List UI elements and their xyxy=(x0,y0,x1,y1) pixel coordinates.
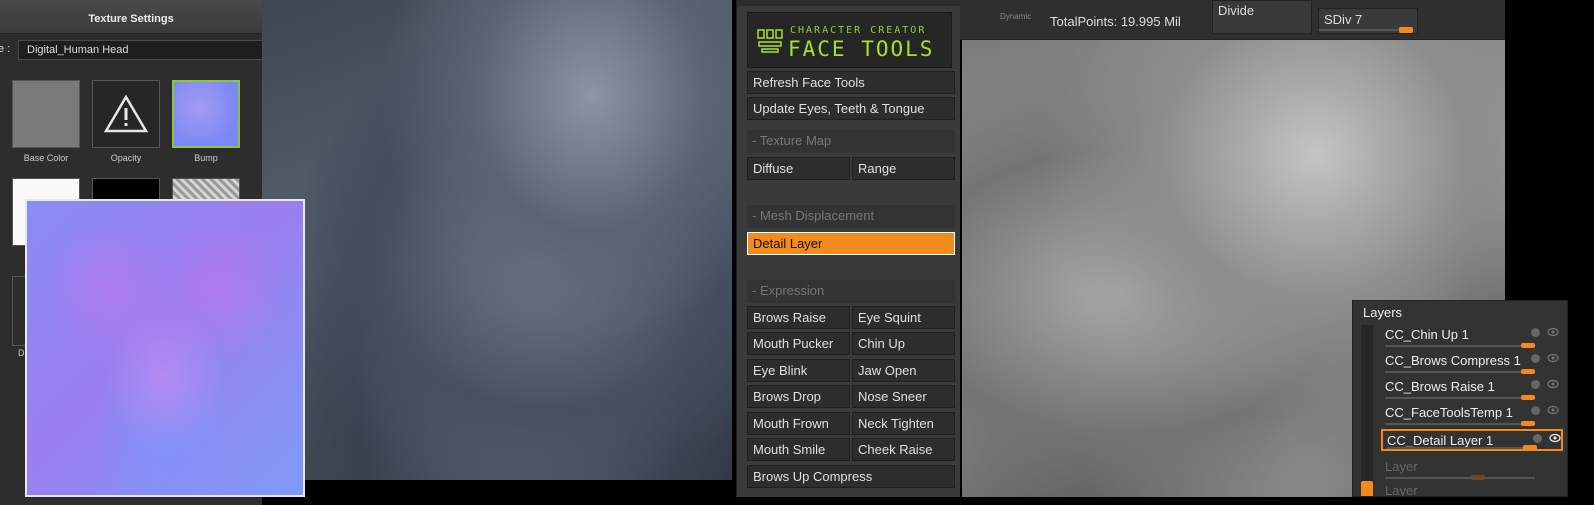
layer-slider-knob[interactable] xyxy=(1471,475,1485,480)
update-eyes-button[interactable]: Update Eyes, Teeth & Tongue xyxy=(747,97,955,120)
layer-item[interactable]: CC_Brows Raise 1 xyxy=(1381,377,1563,400)
mouth-pucker-button[interactable]: Mouth Pucker xyxy=(747,332,850,355)
panel-header-strip xyxy=(737,0,960,6)
layer-name: CC_Chin Up 1 xyxy=(1385,327,1469,342)
brows-raise-button[interactable]: Brows Raise xyxy=(747,306,850,329)
layer-record-icon[interactable] xyxy=(1531,354,1540,363)
layer-slider-knob[interactable] xyxy=(1521,421,1535,426)
layer-strength-slider[interactable] xyxy=(1385,343,1535,348)
jaw-open-button[interactable]: Jaw Open xyxy=(852,359,955,382)
sdiv-slider-knob[interactable] xyxy=(1399,27,1413,33)
layer-name: CC_FaceToolsTemp 1 xyxy=(1385,405,1513,420)
base-color-label: Base Color xyxy=(23,153,69,163)
refresh-face-tools-button[interactable]: Refresh Face Tools xyxy=(747,71,955,94)
layer-strength-slider[interactable] xyxy=(1385,369,1535,374)
eye-icon[interactable] xyxy=(1547,405,1559,415)
eye-blink-button[interactable]: Eye Blink xyxy=(747,359,850,382)
layer-slider-knob[interactable] xyxy=(1521,369,1535,374)
layer-item[interactable]: CC_Brows Compress 1 xyxy=(1381,351,1563,374)
layer-item[interactable]: CC_Chin Up 1 xyxy=(1381,325,1563,348)
sdiv-label: SDiv 7 xyxy=(1324,12,1363,27)
layer-name: CC_Brows Raise 1 xyxy=(1385,379,1495,394)
dynamic-label[interactable]: Dynamic xyxy=(1000,12,1031,21)
layer-strength-slider[interactable] xyxy=(1385,395,1535,400)
eye-icon[interactable] xyxy=(1549,433,1561,443)
layer-item-empty[interactable]: Layer xyxy=(1381,457,1563,480)
layer-item-empty[interactable]: Layer xyxy=(1381,481,1563,497)
layer-slider-knob[interactable] xyxy=(1521,395,1535,400)
layers-title: Layers xyxy=(1363,305,1403,320)
divide-button[interactable]: Divide xyxy=(1212,0,1312,34)
sdiv-slider-track[interactable] xyxy=(1319,27,1413,33)
layer-record-icon[interactable] xyxy=(1533,434,1542,443)
chin-up-button[interactable]: Chin Up xyxy=(852,332,955,355)
mouth-smile-button[interactable]: Mouth Smile xyxy=(747,438,850,461)
layer-record-icon[interactable] xyxy=(1531,406,1540,415)
range-button[interactable]: Range xyxy=(852,157,955,180)
base-color-slot[interactable] xyxy=(12,80,80,148)
eye-icon[interactable] xyxy=(1547,353,1559,363)
texture-settings-title: Texture Settings xyxy=(0,0,262,34)
character-creator-logo: CHARACTER CREATOR FACE TOOLS xyxy=(747,12,952,68)
logo-top-text: CHARACTER CREATOR xyxy=(790,25,927,36)
layer-strength-slider[interactable] xyxy=(1385,421,1535,426)
logo-main-text: FACE TOOLS xyxy=(788,37,935,61)
warning-icon xyxy=(103,94,149,133)
layers-scrollbar[interactable] xyxy=(1361,325,1373,496)
face-render-viewport[interactable] xyxy=(262,0,732,480)
nose-sneer-button[interactable]: Nose Sneer xyxy=(852,385,955,408)
layer-item[interactable]: CC_FaceToolsTemp 1 xyxy=(1381,403,1563,426)
texture-map-section: - Texture Map xyxy=(747,130,955,153)
mesh-displacement-section: - Mesh Displacement xyxy=(747,205,955,228)
brows-drop-button[interactable]: Brows Drop xyxy=(747,385,850,408)
layer-record-icon[interactable] xyxy=(1531,328,1540,337)
total-points-readout: TotalPoints: 19.995 Mil xyxy=(1050,14,1181,29)
bump-label: Bump xyxy=(194,153,218,163)
face-tools-logo-icon xyxy=(757,29,783,53)
layer-item-selected[interactable]: CC_Detail Layer 1 xyxy=(1381,429,1563,451)
face-tools-panel: CHARACTER CREATOR FACE TOOLS Refresh Fac… xyxy=(736,0,960,497)
layer-record-icon[interactable] xyxy=(1531,380,1540,389)
layer-name: Layer xyxy=(1385,459,1418,474)
layer-name: CC_Detail Layer 1 xyxy=(1387,433,1494,448)
texture-name-row: e : Digital_Human Head xyxy=(0,40,262,60)
eye-icon[interactable] xyxy=(1547,379,1559,389)
expression-section: - Expression xyxy=(747,280,955,303)
texture-slot-fragment-label: D xyxy=(18,348,25,358)
layer-slider-knob[interactable] xyxy=(1521,343,1535,348)
bump-slot[interactable] xyxy=(172,80,240,148)
layer-name: CC_Brows Compress 1 xyxy=(1385,353,1521,368)
normal-map-preview xyxy=(25,199,305,497)
eye-squint-button[interactable]: Eye Squint xyxy=(852,306,955,329)
layer-strength-slider[interactable] xyxy=(1385,475,1535,480)
diffuse-button[interactable]: Diffuse xyxy=(747,157,850,180)
detail-layer-button[interactable]: Detail Layer xyxy=(747,232,955,255)
texture-name-field[interactable]: Digital_Human Head xyxy=(18,40,262,60)
sdiv-slider-control[interactable]: SDiv 7 xyxy=(1318,8,1418,34)
zbrush-top-bar: Dynamic TotalPoints: 19.995 Mil Divide S… xyxy=(960,0,1505,40)
layer-slider-knob[interactable] xyxy=(1523,445,1537,450)
opacity-slot[interactable] xyxy=(92,80,160,148)
mouth-frown-button[interactable]: Mouth Frown xyxy=(747,412,850,435)
layer-name: Layer xyxy=(1385,483,1418,497)
neck-tighten-button[interactable]: Neck Tighten xyxy=(852,412,955,435)
brows-up-compress-button[interactable]: Brows Up Compress xyxy=(747,465,955,488)
texture-name-label: e : xyxy=(0,43,11,55)
eye-icon[interactable] xyxy=(1547,327,1559,337)
opacity-label: Opacity xyxy=(110,153,142,163)
layers-scrollbar-knob[interactable] xyxy=(1361,481,1373,496)
layers-panel: Layers CC_Chin Up 1 CC_Brows Compress 1 … xyxy=(1352,300,1568,497)
layer-strength-slider[interactable] xyxy=(1387,445,1537,450)
cheek-raise-button[interactable]: Cheek Raise xyxy=(852,438,955,461)
